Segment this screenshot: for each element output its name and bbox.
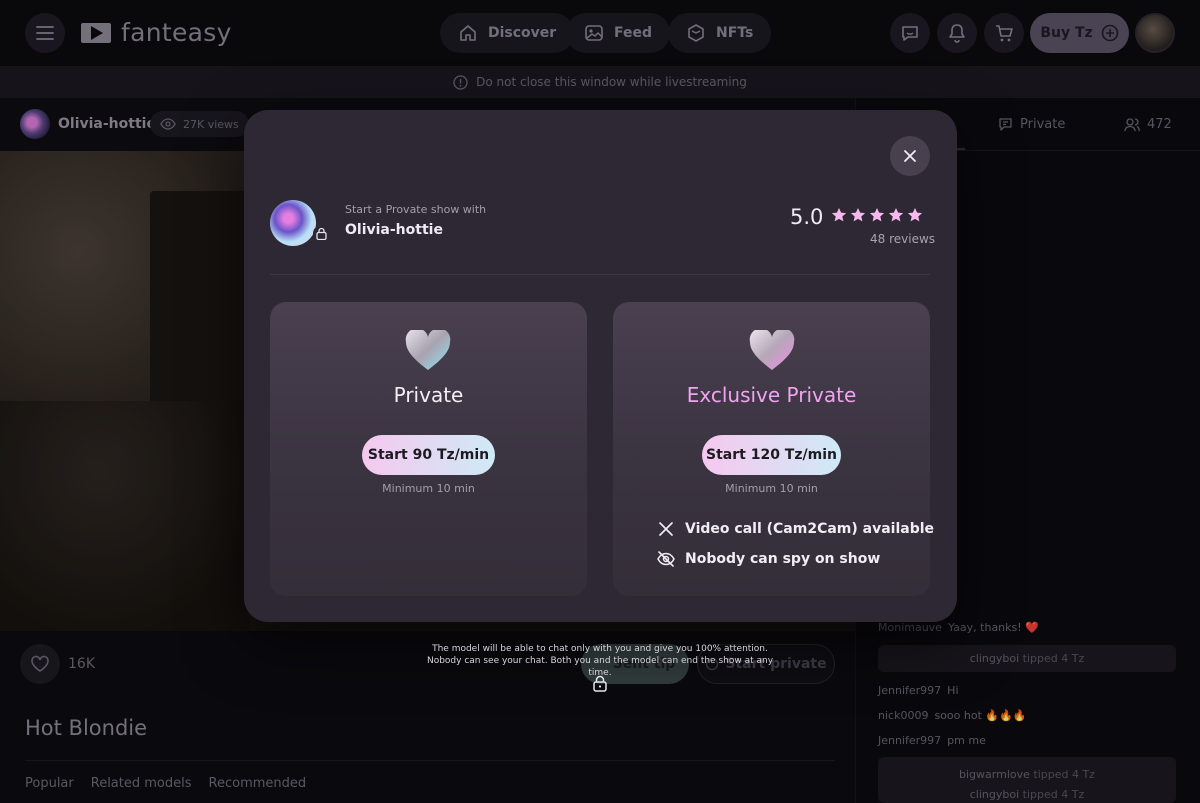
lock-icon <box>316 227 327 240</box>
modal-subtitle: Start a Provate show with <box>345 203 487 216</box>
rating-value: 5.0 <box>790 205 824 229</box>
star-icon <box>907 208 923 222</box>
star-icon <box>888 208 904 222</box>
feature-cam2cam: Video call (Cam2Cam) available <box>657 520 934 538</box>
start-private-90-label: Start 90 Tz/min <box>367 447 490 463</box>
feature-no-spy: Nobody can spy on show <box>657 550 880 568</box>
eye-off-icon <box>657 551 675 567</box>
start-exclusive-120-label: Start 120 Tz/min <box>706 447 837 463</box>
modal-divider <box>270 274 930 275</box>
private-title: Private <box>393 383 464 407</box>
star-icon <box>831 208 847 222</box>
rating-stars <box>831 207 923 223</box>
start-private-90-button[interactable]: Start 90 Tz/min <box>362 435 495 475</box>
lock-badge <box>313 225 330 242</box>
lock-icon <box>593 675 607 692</box>
modal-footnote: The model will be able to chat only with… <box>426 644 774 678</box>
private-minimum: Minimum 10 min <box>382 482 475 495</box>
close-icon <box>904 150 916 162</box>
reviews-count[interactable]: 48 reviews <box>870 232 935 246</box>
modal-model-avatar <box>270 200 316 246</box>
feature-no-spy-label: Nobody can spy on show <box>685 551 881 567</box>
exclusive-minimum: Minimum 10 min <box>725 482 818 495</box>
video-call-x-icon <box>659 522 673 536</box>
heart-icon <box>405 330 451 370</box>
exclusive-private-title: Exclusive Private <box>686 383 857 407</box>
star-icon <box>869 208 885 222</box>
close-button[interactable] <box>890 136 930 176</box>
feature-cam2cam-label: Video call (Cam2Cam) available <box>685 521 935 537</box>
start-exclusive-120-button[interactable]: Start 120 Tz/min <box>702 435 841 475</box>
modal-model-name: Olivia-hottie <box>345 222 443 238</box>
heart-icon <box>749 330 795 370</box>
star-icon <box>850 208 866 222</box>
